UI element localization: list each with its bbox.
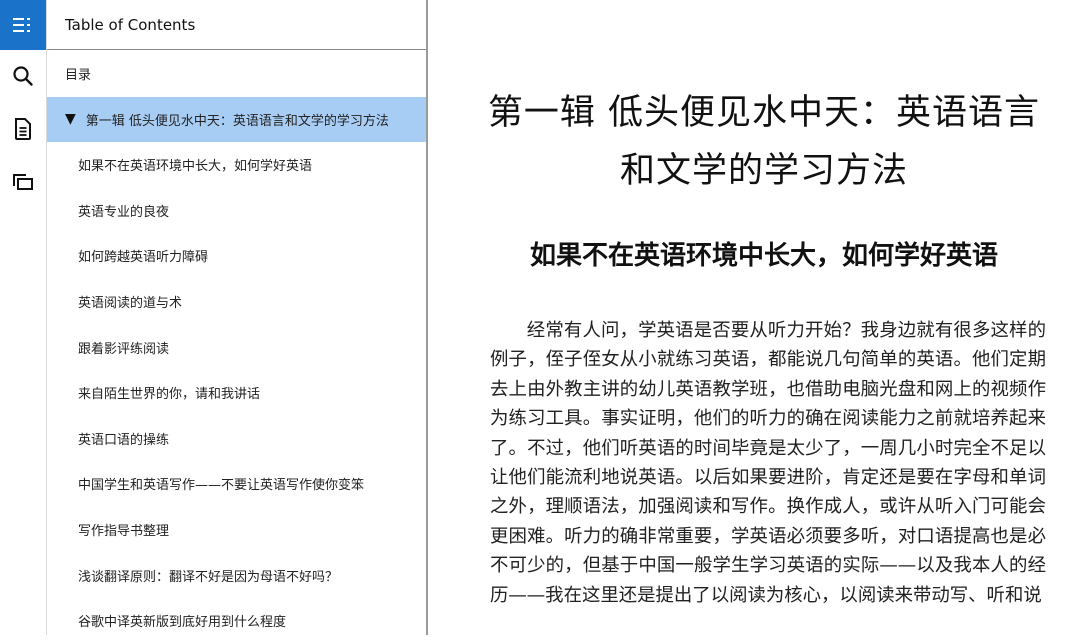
search-icon bbox=[13, 66, 33, 86]
toc-item[interactable]: 英语口语的操练 bbox=[47, 416, 426, 461]
toc-item[interactable]: 如果不在英语环境中长大，如何学好英语 bbox=[47, 142, 426, 187]
toc-item-label: 写作指导书整理 bbox=[78, 524, 170, 539]
side-rail bbox=[0, 0, 47, 635]
toc-item-label: 谷歌中译英新版到底好用到什么程度 bbox=[78, 615, 287, 631]
toc-item[interactable]: 英语专业的良夜 bbox=[47, 188, 426, 233]
toc-item-label: 英语阅读的道与术 bbox=[78, 296, 183, 311]
toc-item-label: 来自陌生世界的你，请和我讲话 bbox=[78, 387, 261, 403]
toc-item-label: 如果不在英语环境中长大，如何学好英语 bbox=[78, 159, 313, 175]
notes-button[interactable] bbox=[0, 104, 46, 154]
toc-item-label: 如何跨越英语听力障碍 bbox=[78, 250, 209, 266]
toc-header: Table of Contents bbox=[47, 0, 426, 50]
section-title: 如果不在英语环境中长大，如何学好英语 bbox=[529, 241, 998, 271]
toc-item-selected[interactable]: ▼ 第一辑 低头便见水中天：英语语言和文学的学习方法 bbox=[47, 96, 426, 142]
toc-button[interactable] bbox=[0, 0, 46, 50]
toc-item[interactable]: 如何跨越英语听力障碍 bbox=[47, 233, 426, 278]
toc-item[interactable]: 谷歌中译英新版到底好用到什么程度 bbox=[47, 598, 426, 643]
flashcards-button[interactable] bbox=[0, 157, 46, 207]
toc-item[interactable]: 浅谈翻译原则：翻译不好是因为母语不好吗？ bbox=[47, 553, 426, 598]
search-button[interactable] bbox=[0, 51, 46, 101]
toc-item[interactable]: 写作指导书整理 bbox=[47, 507, 426, 552]
toc-item-label: 目录 bbox=[65, 68, 92, 83]
reader-pane: 第一辑 低头便见水中天：英语语言和文学的学习方法 如果不在英语环境中长大，如何学… bbox=[428, 0, 1080, 635]
toc-item-label: 第一辑 低头便见水中天：英语语言和文学的学习方法 bbox=[85, 113, 389, 129]
toc-item[interactable]: 中国学生和英语写作——不要让英语写作使你变笨 bbox=[47, 461, 426, 506]
toc-item-label: 中国学生和英语写作——不要让英语写作使你变笨 bbox=[78, 478, 365, 494]
toc-item-label: 英语口语的操练 bbox=[78, 432, 170, 448]
table-of-contents-panel: Table of Contents 目录 ▼ 第一辑 低头便见水中天：英语语言和文学… bbox=[47, 0, 428, 635]
toc-item-label: 浅谈翻译原则：翻译不好是因为母语不好吗？ bbox=[78, 569, 339, 585]
expand-triangle-icon[interactable]: ▼ bbox=[65, 111, 76, 127]
body-paragraph: 经常有人问，学英语是否要从听力开始？我身边就有很多这样的例子，侄子侄女从小就练习… bbox=[490, 320, 1046, 606]
toc-item-label: 跟着影评练阅读 bbox=[78, 341, 170, 357]
toc-list-icon bbox=[13, 18, 30, 32]
toc-item[interactable]: 目录 bbox=[47, 51, 426, 96]
cards-icon bbox=[13, 174, 33, 190]
toc-item[interactable]: 英语阅读的道与术 bbox=[47, 279, 426, 324]
document-icon bbox=[15, 118, 31, 140]
chapter-title: 第一辑 低头便见水中天：英语语言和文学的学习方法 bbox=[487, 93, 1041, 191]
toc-item[interactable]: 跟着影评练阅读 bbox=[47, 325, 426, 370]
toc-item-label: 英语专业的良夜 bbox=[78, 204, 170, 220]
toc-item[interactable]: 来自陌生世界的你，请和我讲话 bbox=[47, 370, 426, 415]
